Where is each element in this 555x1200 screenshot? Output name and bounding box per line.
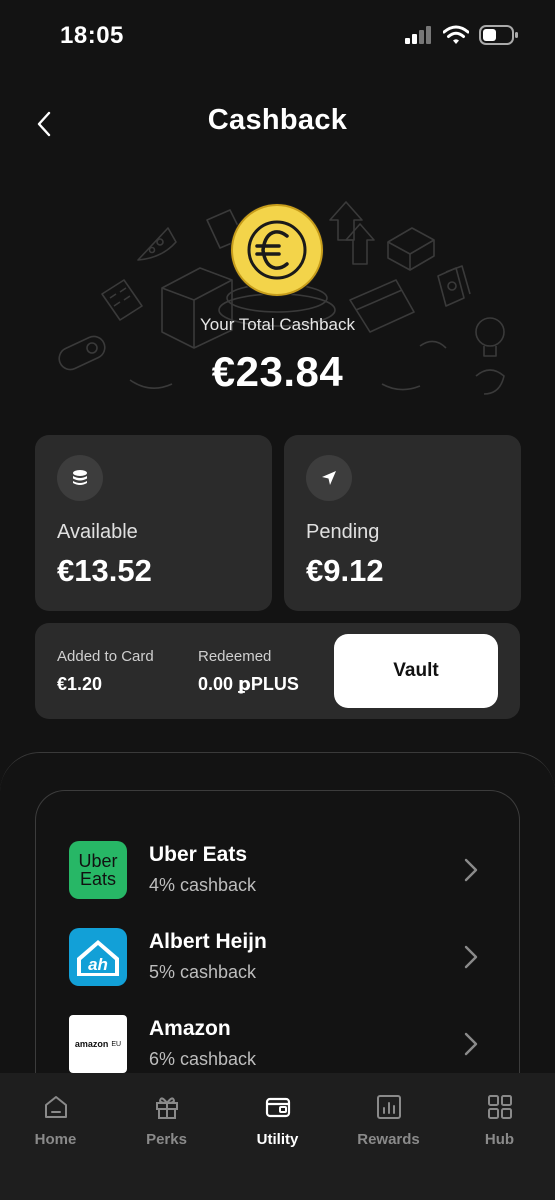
redeemed: Redeemed 0.00 ꝑPLUS (198, 648, 299, 695)
partner-row-uber-eats[interactable]: Uber Eats Uber Eats 4% cashback (36, 831, 519, 911)
partner-row-amazon[interactable]: amazon EU Amazon 6% cashback (36, 1005, 519, 1080)
bottom-nav: Home Perks Utility Rewards Hub (0, 1073, 555, 1200)
nav-label-rewards: Rewards (357, 1131, 420, 1148)
page-title: Cashback (207, 104, 348, 136)
partner-row-albert-heijn[interactable]: ah Albert Heijn 5% cashback (36, 918, 519, 998)
wallet-icon (265, 1097, 290, 1118)
battery-icon (479, 25, 518, 45)
available-label: Available (57, 521, 138, 543)
partner-rate: 6% cashback (149, 1049, 257, 1069)
uber-eats-logo: Uber Eats (69, 841, 127, 899)
wifi-icon (443, 25, 469, 44)
nav-label-hub: Hub (484, 1131, 515, 1148)
uber-eats-logo-line2: Eats (79, 869, 117, 889)
uber-eats-logo-line1: Uber (78, 851, 118, 871)
chevron-right-icon (464, 1032, 478, 1056)
nav-label-utility: Utility (256, 1131, 299, 1148)
send-icon (306, 455, 352, 501)
redeemed-label: Redeemed (198, 648, 272, 665)
nav-item-rewards[interactable]: Rewards (333, 1093, 444, 1148)
home-icon (44, 1096, 67, 1118)
grid-icon (487, 1095, 512, 1119)
pending-label: Pending (306, 521, 380, 543)
chevron-right-icon (464, 945, 478, 969)
euro-coin-icon (230, 203, 324, 297)
pending-card[interactable]: Pending €9.12 (284, 435, 521, 611)
gift-icon (155, 1097, 178, 1119)
chart-icon (376, 1095, 401, 1119)
nav-item-perks[interactable]: Perks (111, 1093, 222, 1148)
added-to-card: Added to Card €1.20 (57, 648, 154, 695)
amazon-logo-text: amazon (74, 1039, 109, 1049)
nav-item-hub[interactable]: Hub (444, 1093, 555, 1148)
status-bar: 18:05 (0, 0, 555, 72)
albert-heijn-logo-text: ah (88, 955, 108, 974)
amazon-logo-suffix: EU (111, 1040, 122, 1048)
partner-name: Albert Heijn (149, 930, 267, 953)
nav-label-home: Home (34, 1131, 77, 1148)
nav-label-perks: Perks (146, 1131, 187, 1148)
signal-icon (405, 26, 431, 44)
partner-name: Amazon (149, 1017, 231, 1040)
amazon-logo: amazon EU (69, 1015, 127, 1073)
partner-name: Uber Eats (149, 843, 248, 866)
redeemed-value: 0.00 ꝑPLUS (198, 674, 299, 694)
nav-item-utility[interactable]: Utility (222, 1093, 333, 1148)
available-value: €13.52 (57, 553, 152, 588)
cashback-hero: Your Total Cashback €23.84 (0, 180, 555, 420)
chevron-right-icon (464, 858, 478, 882)
status-time: 18:05 (60, 22, 124, 49)
albert-heijn-logo: ah (69, 928, 127, 986)
total-cashback-amount: €23.84 (211, 348, 344, 395)
added-to-card-label: Added to Card (57, 648, 154, 665)
header: Cashback (0, 96, 555, 150)
total-cashback-label: Your Total Cashback (200, 315, 355, 334)
nav-item-home[interactable]: Home (0, 1093, 111, 1148)
partner-list: Uber Eats Uber Eats 4% cashback ah Alber… (35, 790, 520, 1080)
partner-rate: 4% cashback (149, 875, 257, 895)
vault-button[interactable]: Vault (334, 634, 498, 708)
partner-rate: 5% cashback (149, 962, 257, 982)
status-icons (405, 24, 519, 46)
pending-value: €9.12 (306, 553, 384, 588)
available-card[interactable]: Available €13.52 (35, 435, 272, 611)
cashback-summary: Added to Card €1.20 Redeemed 0.00 ꝑPLUS … (35, 623, 520, 719)
coins-icon (57, 455, 103, 501)
added-to-card-value: €1.20 (57, 674, 103, 694)
